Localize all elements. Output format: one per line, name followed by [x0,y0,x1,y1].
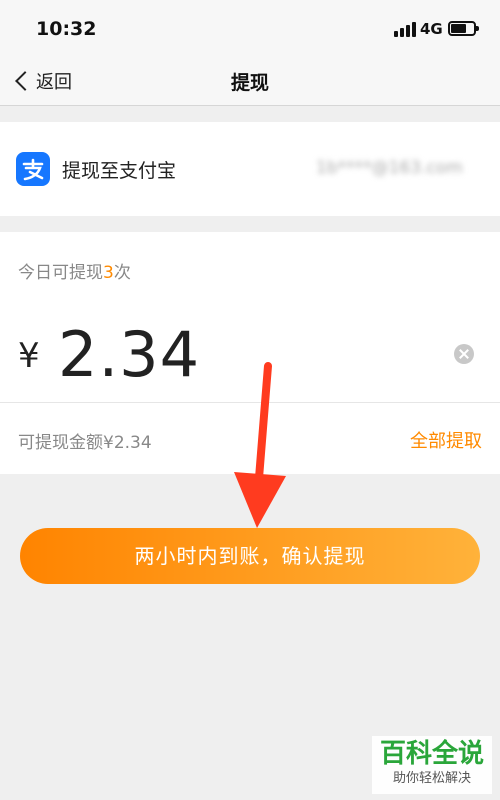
alipay-icon [16,152,50,186]
withdraw-account-row[interactable]: 提现至支付宝 1b****@163.com [0,122,500,216]
battery-icon [448,21,479,36]
watermark: 百科全说 助你轻松解决 [372,736,492,794]
daily-limit-suffix: 次 [113,263,131,283]
withdraw-all-link[interactable]: 全部提取 [410,427,482,453]
masked-account: 1b****@163.com [316,158,463,178]
network-type: 4G [420,20,443,38]
confirm-withdraw-button[interactable]: 两小时内到账，确认提现 [20,528,480,584]
daily-limit-text: 今日可提现3次 [18,258,131,283]
status-bar: 10:32 4G [0,0,500,56]
status-time: 10:32 [36,18,97,40]
available-amount: 可提现金额¥2.34 [18,433,152,453]
page-title: 提现 [230,72,269,94]
watermark-subtitle: 助你轻松解决 [392,771,471,786]
currency-symbol: ¥ [18,336,40,376]
signal-icon [394,22,416,37]
daily-limit-prefix: 今日可提现 [18,263,103,283]
annotation-arrow-icon [234,362,286,528]
daily-limit-count: 3 [103,263,114,283]
watermark-title: 百科全说 [379,739,484,769]
account-label: 提现至支付宝 [62,160,177,182]
clear-icon[interactable] [454,344,474,364]
amount-input[interactable]: 2.34 [58,318,200,391]
nav-bar: 返回 提现 [0,56,500,106]
